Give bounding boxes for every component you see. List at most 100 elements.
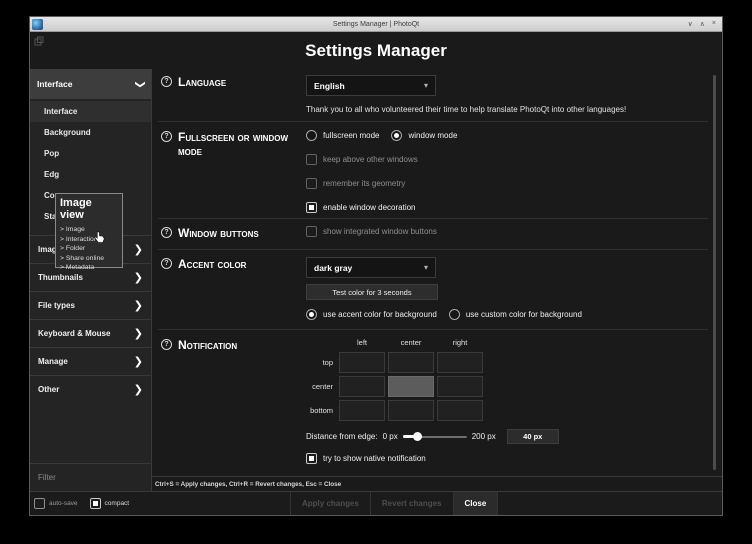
remember-geometry-label: remember its geometry xyxy=(323,179,405,188)
distance-min: 0 px xyxy=(383,432,398,441)
image-view-tooltip: Image view > Image > Interaction > Folde… xyxy=(55,193,123,268)
custom-background-radio[interactable] xyxy=(449,309,460,320)
tooltip-title: Image view xyxy=(60,197,118,221)
compact-checkbox[interactable] xyxy=(90,498,101,509)
chevron-right-icon: ❯ xyxy=(134,299,143,312)
sidebar-item-file-types[interactable]: File types ❯ xyxy=(30,291,151,319)
keep-above-checkbox[interactable] xyxy=(306,154,317,165)
integrated-buttons-label: show integrated window buttons xyxy=(323,227,437,236)
section-title: Accent color xyxy=(178,257,246,329)
autosave-checkbox[interactable] xyxy=(34,498,45,509)
remember-geometry-checkbox[interactable] xyxy=(306,178,317,189)
section-mode: ? Fullscreen or window mode fullscreen m… xyxy=(158,122,708,219)
slider-handle[interactable] xyxy=(413,432,422,441)
grid-row-label: top xyxy=(306,358,336,367)
sidebar-subitem-popup[interactable]: Pop xyxy=(30,143,151,164)
notification-position-cell[interactable] xyxy=(388,352,434,373)
notification-position-cell[interactable] xyxy=(339,376,385,397)
filter-input[interactable] xyxy=(30,473,151,482)
section-window-buttons: ? Window buttons show integrated window … xyxy=(158,219,708,250)
window-decoration-label: enable window decoration xyxy=(323,203,416,212)
section-accent-color: ? Accent color dark gray ▾ Test color fo… xyxy=(158,250,708,330)
help-icon[interactable]: ? xyxy=(161,76,172,87)
settings-content: ? Language English ▾ Thank you to all wh… xyxy=(152,69,722,491)
distance-max: 200 px xyxy=(472,432,496,441)
sidebar-subitem-interface[interactable]: Interface xyxy=(30,101,151,122)
tooltip-item: > Image xyxy=(60,225,118,235)
chevron-right-icon: ❯ xyxy=(134,327,143,340)
distance-label: Distance from edge: xyxy=(306,432,378,441)
grid-col-label: right xyxy=(437,338,483,349)
titlebar: Settings Manager | PhotoQt ∨ ∧ × xyxy=(30,17,722,32)
grid-col-label: left xyxy=(339,338,385,349)
sidebar-subitem-edges[interactable]: Edg xyxy=(30,164,151,185)
keep-above-label: keep above other windows xyxy=(323,155,418,164)
custom-background-label: use custom color for background xyxy=(466,310,582,319)
grid-row-label: center xyxy=(306,382,336,391)
shortcut-hint: Ctrl+S = Apply changes, Ctrl+R = Revert … xyxy=(152,476,722,491)
revert-changes-button[interactable]: Revert changes xyxy=(370,492,453,515)
fullscreen-mode-label: fullscreen mode xyxy=(323,131,379,140)
sidebar-subitem-background[interactable]: Background xyxy=(30,122,151,143)
bottombar: auto-save compact Apply changes Revert c… xyxy=(30,491,722,515)
notification-position-cell[interactable] xyxy=(437,376,483,397)
accent-background-radio[interactable] xyxy=(306,309,317,320)
section-title: Fullscreen or window mode xyxy=(178,130,306,218)
autosave-label: auto-save xyxy=(49,500,78,507)
apply-changes-button[interactable]: Apply changes xyxy=(290,492,370,515)
chevron-right-icon: ❯ xyxy=(134,243,143,256)
dropdown-arrow-icon: ▾ xyxy=(424,263,428,272)
settings-window: Settings Manager | PhotoQt ∨ ∧ × Setting… xyxy=(29,16,723,516)
notification-position-cell[interactable] xyxy=(437,400,483,421)
window-mode-radio[interactable] xyxy=(391,130,402,141)
language-note: Thank you to all who volunteered their t… xyxy=(306,105,708,114)
sidebar-item-label: Other xyxy=(38,385,59,394)
page-title: Settings Manager xyxy=(30,32,722,61)
accent-color-dropdown[interactable]: dark gray ▾ xyxy=(306,257,436,278)
sidebar-item-label: Keyboard & Mouse xyxy=(38,329,110,338)
section-title: Notification xyxy=(178,338,237,464)
help-icon[interactable]: ? xyxy=(161,227,172,238)
help-icon[interactable]: ? xyxy=(161,339,172,350)
accent-background-label: use accent color for background xyxy=(323,310,437,319)
section-title: Language xyxy=(178,75,226,121)
sidebar-category-interface[interactable]: Interface ❯ xyxy=(30,69,151,99)
fullscreen-mode-radio[interactable] xyxy=(306,130,317,141)
language-dropdown[interactable]: English ▾ xyxy=(306,75,436,96)
chevron-right-icon: ❯ xyxy=(134,355,143,368)
section-title: Window buttons xyxy=(178,226,259,249)
notification-position-cell[interactable] xyxy=(388,400,434,421)
notification-position-grid: left center right top center bottom xyxy=(306,338,708,421)
integrated-buttons-checkbox[interactable] xyxy=(306,226,317,237)
notification-position-cell[interactable] xyxy=(339,352,385,373)
sidebar-item-manage[interactable]: Manage ❯ xyxy=(30,347,151,375)
sidebar-item-other[interactable]: Other ❯ xyxy=(30,375,151,403)
close-button[interactable]: Close xyxy=(453,492,499,515)
help-icon[interactable]: ? xyxy=(161,258,172,269)
cursor-icon xyxy=(94,231,105,244)
window-title: Settings Manager | PhotoQt xyxy=(30,21,722,28)
sidebar-item-label: Thumbnails xyxy=(38,273,83,282)
chevron-right-icon: ❯ xyxy=(134,383,143,396)
popout-icon[interactable] xyxy=(34,36,44,46)
sidebar: Interface ❯ Interface Background Pop Edg… xyxy=(30,69,152,491)
help-icon[interactable]: ? xyxy=(161,131,172,142)
distance-value-field[interactable]: 40 px xyxy=(507,429,559,444)
notification-position-cell[interactable] xyxy=(339,400,385,421)
distance-slider[interactable] xyxy=(403,432,467,441)
native-notification-checkbox[interactable] xyxy=(306,453,317,464)
sidebar-category-label: Interface xyxy=(37,79,72,89)
tooltip-item: > Share online xyxy=(60,254,118,264)
dropdown-arrow-icon: ▾ xyxy=(424,81,428,90)
notification-position-cell-selected[interactable] xyxy=(388,376,434,397)
tooltip-item: > Folder xyxy=(60,244,118,254)
test-color-button[interactable]: Test color for 3 seconds xyxy=(306,284,438,300)
language-value: English xyxy=(314,81,345,91)
sidebar-item-keyboard-mouse[interactable]: Keyboard & Mouse ❯ xyxy=(30,319,151,347)
accent-color-value: dark gray xyxy=(314,263,352,273)
native-notification-label: try to show native notification xyxy=(323,454,426,463)
window-mode-label: window mode xyxy=(408,131,457,140)
content-scrollbar[interactable] xyxy=(713,75,716,470)
window-decoration-checkbox[interactable] xyxy=(306,202,317,213)
notification-position-cell[interactable] xyxy=(437,352,483,373)
